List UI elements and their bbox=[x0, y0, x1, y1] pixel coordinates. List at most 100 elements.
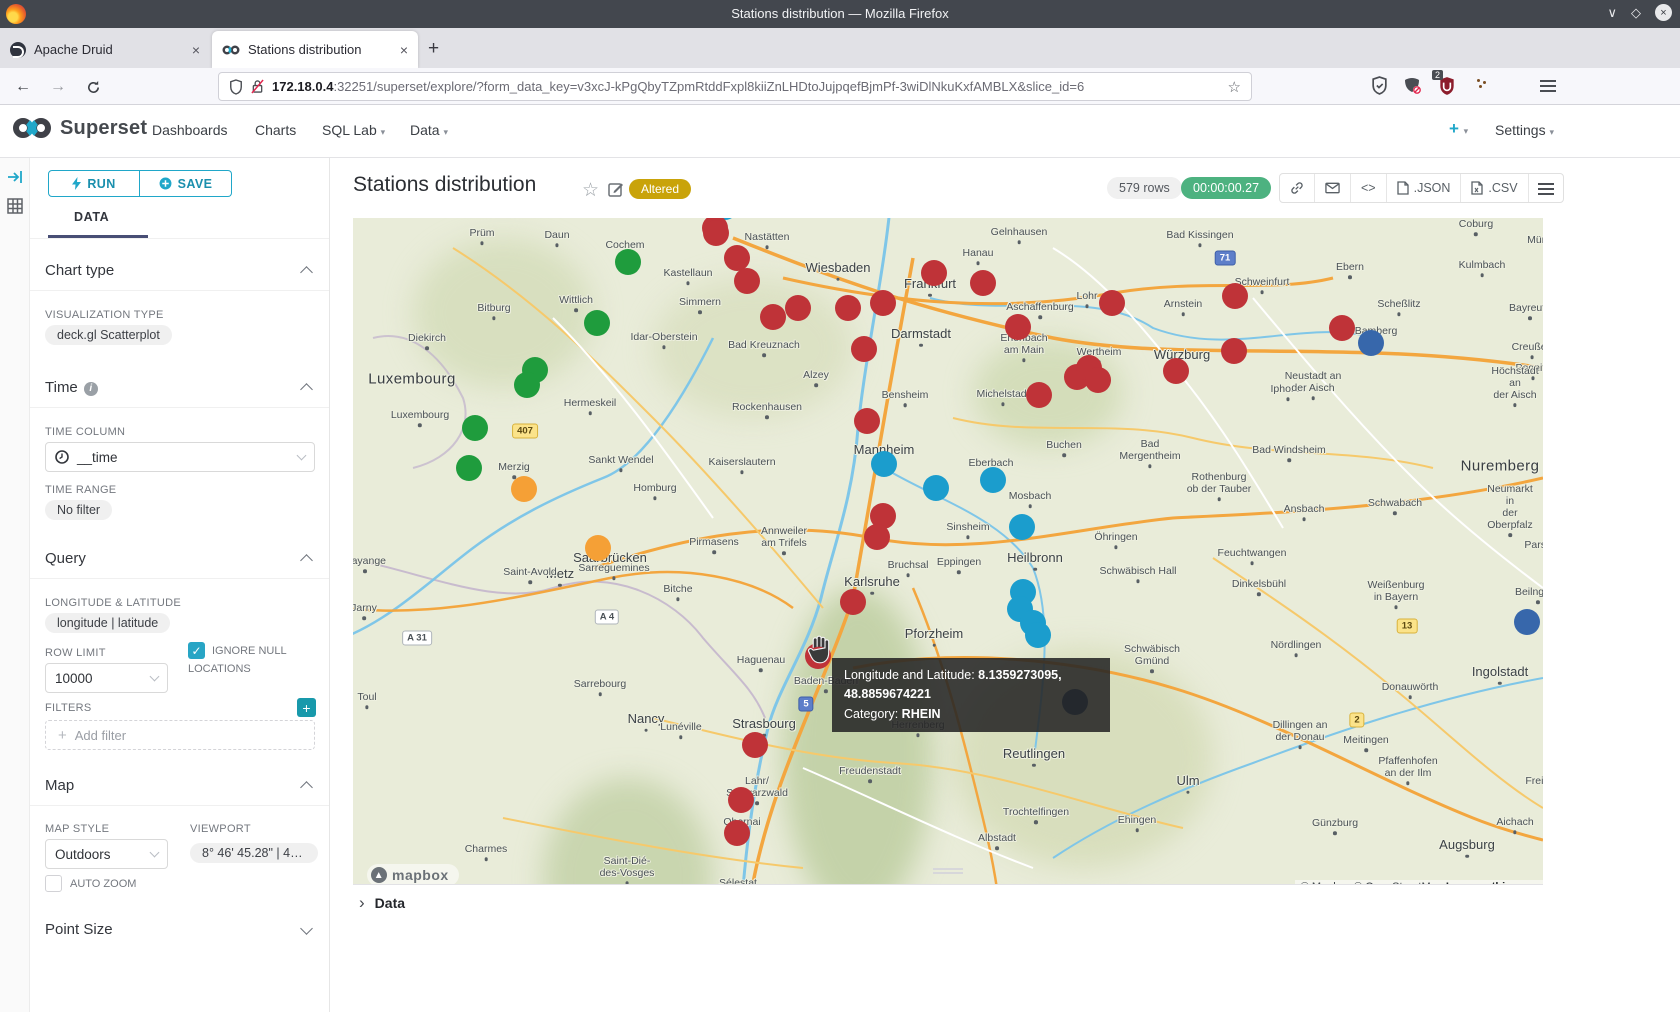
forward-button[interactable]: → bbox=[45, 74, 71, 100]
chevron-up-icon[interactable] bbox=[300, 554, 313, 567]
map-point-red[interactable] bbox=[1005, 314, 1031, 340]
add-filter-plus-button[interactable]: + bbox=[297, 698, 316, 717]
lonlat-value[interactable]: longitude | latitude bbox=[45, 613, 170, 633]
map-point-steel[interactable] bbox=[1358, 330, 1384, 356]
map-point-cyan[interactable] bbox=[871, 451, 897, 477]
map-point-green[interactable] bbox=[615, 249, 641, 275]
map-point-red[interactable] bbox=[728, 787, 754, 813]
section-chart-type[interactable]: Chart type bbox=[45, 262, 114, 279]
section-time[interactable]: Timei bbox=[45, 379, 98, 396]
panel-resize-handle[interactable] bbox=[933, 866, 963, 876]
map-point-red[interactable] bbox=[724, 820, 750, 846]
favorite-star-icon[interactable]: ☆ bbox=[582, 179, 599, 202]
url-input[interactable]: 172.18.0.4:32251/superset/explore/?form_… bbox=[218, 72, 1252, 101]
nav-settings[interactable]: Settings ▾ bbox=[1495, 122, 1554, 138]
reload-button[interactable] bbox=[80, 74, 106, 100]
map-point-red[interactable] bbox=[835, 295, 861, 321]
nav-charts[interactable]: Charts bbox=[255, 122, 296, 138]
map-point-red[interactable] bbox=[742, 732, 768, 758]
new-tab-button[interactable]: + bbox=[428, 38, 439, 60]
nav-sql-lab[interactable]: SQL Lab ▾ bbox=[322, 122, 385, 138]
time-column-select[interactable]: __time bbox=[45, 442, 315, 472]
map-point-green[interactable] bbox=[462, 415, 488, 441]
run-button[interactable]: RUN bbox=[48, 170, 140, 197]
map-point-cyan[interactable] bbox=[980, 467, 1006, 493]
map-point-red[interactable] bbox=[1099, 290, 1125, 316]
superset-brand[interactable]: Superset bbox=[12, 116, 147, 140]
time-range-value[interactable]: No filter bbox=[45, 500, 112, 520]
cookie-icon[interactable] bbox=[1471, 75, 1493, 97]
tab-close-icon[interactable]: × bbox=[400, 42, 408, 58]
map-point-red[interactable] bbox=[864, 524, 890, 550]
nav-data[interactable]: Data ▾ bbox=[410, 122, 448, 138]
chart-menu-button[interactable] bbox=[1529, 174, 1563, 202]
export-csv-button[interactable]: .CSV bbox=[1461, 174, 1528, 202]
nav-dashboards[interactable]: Dashboards bbox=[152, 122, 228, 138]
bookmark-star-icon[interactable]: ☆ bbox=[1228, 78, 1241, 96]
extension-pinwheel-icon[interactable] bbox=[1503, 75, 1525, 97]
map-point-green[interactable] bbox=[456, 455, 482, 481]
email-button[interactable] bbox=[1315, 174, 1351, 202]
menu-hamburger-icon[interactable] bbox=[1537, 75, 1559, 97]
section-point-size[interactable]: Point Size bbox=[45, 921, 113, 938]
map-point-orange[interactable] bbox=[585, 535, 611, 561]
map-point-red[interactable] bbox=[840, 589, 866, 615]
window-minimize-icon[interactable]: ∨ bbox=[1607, 5, 1617, 21]
map-point-red[interactable] bbox=[854, 408, 880, 434]
chevron-up-icon[interactable] bbox=[300, 266, 313, 279]
map-point-red[interactable] bbox=[785, 295, 811, 321]
new-chart-button[interactable]: + ▾ bbox=[1449, 119, 1468, 139]
datasource-grid-icon[interactable] bbox=[7, 198, 23, 214]
window-titlebar[interactable]: Stations distribution — Mozilla Firefox … bbox=[0, 0, 1680, 28]
map-point-cyan[interactable] bbox=[923, 475, 949, 501]
multi-account-mask-icon[interactable] bbox=[1402, 75, 1424, 97]
tab-apache-druid[interactable]: Apache Druid × bbox=[0, 31, 210, 68]
map-point-red[interactable] bbox=[921, 260, 947, 286]
map-point-red[interactable] bbox=[1163, 358, 1189, 384]
embed-code-button[interactable]: <> bbox=[1351, 174, 1387, 202]
viz-type-value[interactable]: deck.gl Scatterplot bbox=[45, 325, 172, 345]
map-point-red[interactable] bbox=[1329, 315, 1355, 341]
auto-zoom-checkbox[interactable] bbox=[45, 875, 62, 892]
map-point-cyan[interactable] bbox=[1009, 514, 1035, 540]
map-point-red[interactable] bbox=[734, 268, 760, 294]
map-point-red[interactable] bbox=[1222, 283, 1248, 309]
insecure-lock-icon[interactable] bbox=[251, 79, 264, 94]
map-style-select[interactable]: Outdoors bbox=[45, 839, 168, 869]
map-point-green[interactable] bbox=[514, 372, 540, 398]
pocket-shield-icon[interactable] bbox=[1368, 75, 1390, 97]
map-point-green[interactable] bbox=[584, 310, 610, 336]
map-point-cyan[interactable] bbox=[1025, 622, 1051, 648]
window-maximize-icon[interactable]: ◇ bbox=[1631, 5, 1641, 21]
window-close-icon[interactable]: × bbox=[1655, 4, 1672, 21]
map-point-steel[interactable] bbox=[1514, 609, 1540, 635]
add-filter-input[interactable]: + Add filter bbox=[45, 720, 315, 750]
map-point-red[interactable] bbox=[870, 290, 896, 316]
map-point-red[interactable] bbox=[1221, 338, 1247, 364]
mapbox-logo[interactable]: ▲ mapbox bbox=[367, 864, 459, 886]
section-map[interactable]: Map bbox=[45, 777, 74, 794]
map-point-red[interactable] bbox=[1026, 382, 1052, 408]
chevron-up-icon[interactable] bbox=[300, 383, 313, 396]
map-canvas[interactable]: LuxembourgFrankfurtNurembergWiesbadenDar… bbox=[353, 218, 1543, 896]
ignore-null-checkbox[interactable]: ✓ bbox=[188, 642, 205, 659]
altered-badge[interactable]: Altered bbox=[629, 179, 691, 199]
ublock-icon[interactable]: 2 bbox=[1437, 75, 1459, 97]
map-point-red[interactable] bbox=[970, 270, 996, 296]
share-link-button[interactable] bbox=[1280, 174, 1315, 202]
map-point-orange[interactable] bbox=[511, 476, 537, 502]
tab-data[interactable]: DATA bbox=[74, 210, 109, 224]
row-limit-select[interactable]: 10000 bbox=[45, 663, 168, 693]
export-json-button[interactable]: .JSON bbox=[1387, 174, 1462, 202]
map-point-red[interactable] bbox=[760, 304, 786, 330]
map-point-red[interactable] bbox=[1085, 367, 1111, 393]
chevron-up-icon[interactable] bbox=[300, 781, 313, 794]
chevron-down-icon[interactable] bbox=[300, 922, 313, 935]
expand-panel-icon[interactable] bbox=[7, 170, 23, 184]
tracking-shield-icon[interactable] bbox=[229, 79, 243, 95]
edit-pencil-icon[interactable] bbox=[608, 181, 624, 197]
save-button[interactable]: SAVE bbox=[140, 170, 232, 197]
back-button[interactable]: ← bbox=[10, 74, 36, 100]
map-point-red[interactable] bbox=[851, 336, 877, 362]
map-point-red[interactable] bbox=[703, 220, 729, 246]
